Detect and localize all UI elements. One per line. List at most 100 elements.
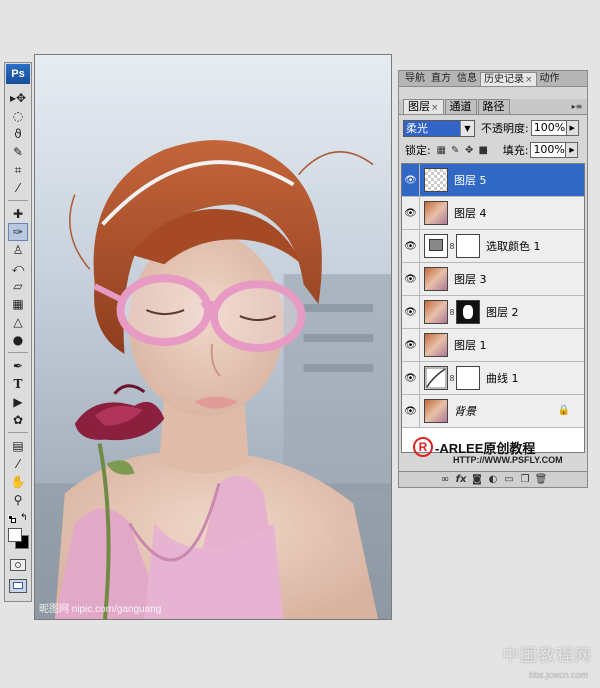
fill-slider-icon[interactable]: ▶ <box>566 142 579 158</box>
eye-icon[interactable]: 👁 <box>402 263 420 295</box>
hand-tool-icon[interactable]: ✋ <box>8 473 28 491</box>
type-tool-icon[interactable]: T <box>8 375 28 393</box>
fill-input[interactable]: 100% <box>530 142 567 158</box>
lock-image-icon[interactable]: ✎ <box>450 145 461 156</box>
layer-name: 图层 5 <box>454 174 487 187</box>
panel-menu-icon[interactable]: ▸≡ <box>570 101 584 113</box>
lock-all-icon[interactable]: ■ <box>478 145 489 156</box>
eye-icon[interactable]: 👁 <box>402 395 420 427</box>
document-canvas[interactable]: 昵图网 nipic.com/ganguang <box>34 54 392 620</box>
healing-brush-tool-icon[interactable]: ✚ <box>8 205 28 223</box>
tab-history-label: 历史记录 <box>484 74 524 85</box>
default-colors-icon[interactable] <box>8 515 16 523</box>
tab-actions[interactable]: 动作 <box>537 72 563 86</box>
magic-wand-tool-icon[interactable]: ✎ <box>8 143 28 161</box>
mask-icon[interactable]: ◙ <box>469 473 485 487</box>
eye-icon[interactable]: 👁 <box>402 164 420 196</box>
quick-mask-icon[interactable] <box>10 559 26 571</box>
link-icon[interactable]: 8 <box>448 242 456 251</box>
eye-icon[interactable]: 👁 <box>402 230 420 262</box>
eyedropper-tool-icon[interactable]: ⁄ <box>8 179 28 197</box>
layer-row[interactable]: 👁 8 选取颜色 1 <box>402 230 584 263</box>
swap-colors-icon[interactable]: ↰ <box>20 513 28 523</box>
layer-row[interactable]: 👁 图层 5 <box>402 164 584 197</box>
selective-color-icon <box>424 234 448 258</box>
pen-tool-icon[interactable]: ✒ <box>8 357 28 375</box>
blend-row: 柔光 ▼ 不透明度: 100% ▶ <box>403 119 585 137</box>
link-icon[interactable]: 8 <box>448 308 456 317</box>
opacity-slider-icon[interactable]: ▶ <box>566 120 579 136</box>
history-brush-tool-icon[interactable]: ⤺ <box>8 259 28 277</box>
folder-icon[interactable]: ▭ <box>501 473 517 487</box>
layer-row[interactable]: 👁 背景 🔒 <box>402 395 584 428</box>
layer-thumbnail <box>424 333 448 357</box>
layer-mask-thumbnail[interactable] <box>456 234 480 258</box>
layer-name: 图层 1 <box>454 339 487 352</box>
info-panel-tabs: 导航 直方 信息 历史记录× 动作 <box>399 71 587 87</box>
shape-tool-icon[interactable]: ✿ <box>8 411 28 429</box>
eraser-tool-icon[interactable]: ▱ <box>8 277 28 295</box>
lock-icon: 🔒 <box>557 405 570 416</box>
foreground-color-swatch[interactable] <box>8 528 22 542</box>
zoom-tool-icon[interactable]: ⚲ <box>8 491 28 509</box>
lock-transparency-icon[interactable]: ▦ <box>436 145 447 156</box>
layer-mask-thumbnail[interactable] <box>456 366 480 390</box>
crop-tool-icon[interactable]: ⌗ <box>8 161 28 179</box>
layer-name: 图层 4 <box>454 207 487 220</box>
toolbox-divider <box>8 200 28 201</box>
layer-row[interactable]: 👁 8 曲线 1 <box>402 362 584 395</box>
tab-info[interactable]: 信息 <box>454 72 480 86</box>
adjustment-icon[interactable]: ◐ <box>485 473 501 487</box>
lock-position-icon[interactable]: ✥ <box>464 145 475 156</box>
brush-tool-icon[interactable]: ✑ <box>8 223 28 241</box>
photoshop-logo: Ps <box>6 64 30 84</box>
layer-name: 背景 <box>454 405 476 418</box>
opacity-input[interactable]: 100% <box>530 120 567 136</box>
move-tool-icon[interactable]: ▸✥ <box>8 89 28 107</box>
blend-mode-select[interactable]: 柔光 ▼ <box>403 119 475 137</box>
layer-row[interactable]: 👁 图层 4 <box>402 197 584 230</box>
fx-icon[interactable]: fx <box>453 473 469 487</box>
registered-icon: R <box>413 437 433 457</box>
eye-icon[interactable]: 👁 <box>402 362 420 394</box>
marquee-tool-icon[interactable]: ◌ <box>8 107 28 125</box>
layer-name: 选取颜色 1 <box>486 240 541 253</box>
layer-name: 图层 2 <box>486 306 519 319</box>
lasso-tool-icon[interactable]: ϑ <box>8 125 28 143</box>
eye-icon[interactable]: 👁 <box>402 197 420 229</box>
notes-tool-icon[interactable]: ▤ <box>8 437 28 455</box>
close-icon[interactable]: × <box>431 103 439 113</box>
tab-channels[interactable]: 通道 <box>444 99 477 114</box>
link-icon[interactable]: 8 <box>448 374 456 383</box>
path-selection-tool-icon[interactable]: ▶ <box>8 393 28 411</box>
blur-tool-icon[interactable]: △ <box>8 313 28 331</box>
blend-mode-value: 柔光 <box>404 120 460 136</box>
tab-navigator[interactable]: 导航 <box>402 72 428 86</box>
layer-name: 图层 3 <box>454 273 487 286</box>
layer-mask-thumbnail[interactable] <box>456 300 480 324</box>
layer-row[interactable]: 👁 8 图层 2 <box>402 296 584 329</box>
eye-icon[interactable]: 👁 <box>402 329 420 361</box>
fill-label: 填充: <box>502 144 529 157</box>
chevron-down-icon[interactable]: ▼ <box>460 120 474 136</box>
tab-layers[interactable]: 图层× <box>403 99 444 114</box>
curves-icon <box>424 366 448 390</box>
link-icon[interactable]: ∞ <box>437 473 453 487</box>
screen-mode-icon[interactable] <box>9 579 27 593</box>
color-sampler-tool-icon[interactable]: ⁄ <box>8 455 28 473</box>
layers-bottom-bar: ∞ fx ◙ ◐ ▭ ❐ 🗑 <box>399 471 587 487</box>
layer-row[interactable]: 👁 图层 1 <box>402 329 584 362</box>
layers-list: 👁 图层 5 👁 图层 4 👁 8 选取颜色 1 👁 图层 3 👁 8 图层 2… <box>401 163 585 453</box>
tab-history[interactable]: 历史记录× <box>480 72 537 86</box>
eye-icon[interactable]: 👁 <box>402 296 420 328</box>
layer-name: 曲线 1 <box>486 372 519 385</box>
trash-icon[interactable]: 🗑 <box>533 473 549 487</box>
dodge-tool-icon[interactable]: ● <box>8 331 28 349</box>
clone-stamp-tool-icon[interactable]: ♙ <box>8 241 28 259</box>
tab-histogram[interactable]: 直方 <box>428 72 454 86</box>
gradient-tool-icon[interactable]: ▦ <box>8 295 28 313</box>
new-layer-icon[interactable]: ❐ <box>517 473 533 487</box>
tab-paths[interactable]: 路径 <box>477 99 510 114</box>
layer-row[interactable]: 👁 图层 3 <box>402 263 584 296</box>
close-icon[interactable]: × <box>525 75 533 85</box>
